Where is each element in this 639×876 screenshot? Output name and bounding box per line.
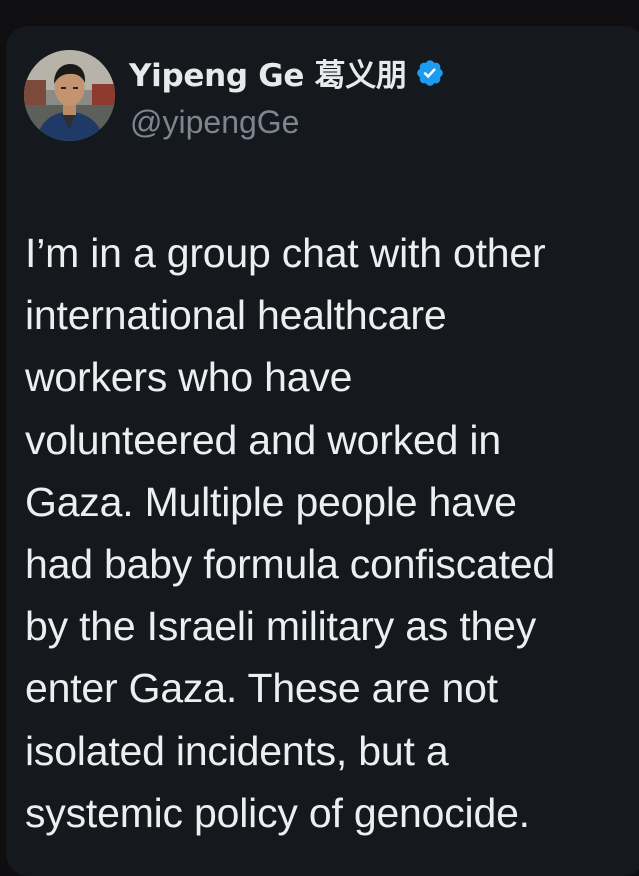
tweet-body-text: I’m in a group chat with other internati… xyxy=(25,230,556,836)
author-display-name[interactable]: Yipeng Ge 葛义朋 xyxy=(129,50,407,95)
profile-photo xyxy=(24,50,115,141)
verified-badge-icon xyxy=(415,58,445,88)
author-name-row: Yipeng Ge 葛义朋 xyxy=(129,50,445,95)
author-handle[interactable]: @yipengGe xyxy=(130,104,299,141)
screenshot-frame: Yipeng Ge 葛义朋 @yipengGe I’m in a group c… xyxy=(0,0,639,876)
author-avatar[interactable] xyxy=(24,50,115,141)
